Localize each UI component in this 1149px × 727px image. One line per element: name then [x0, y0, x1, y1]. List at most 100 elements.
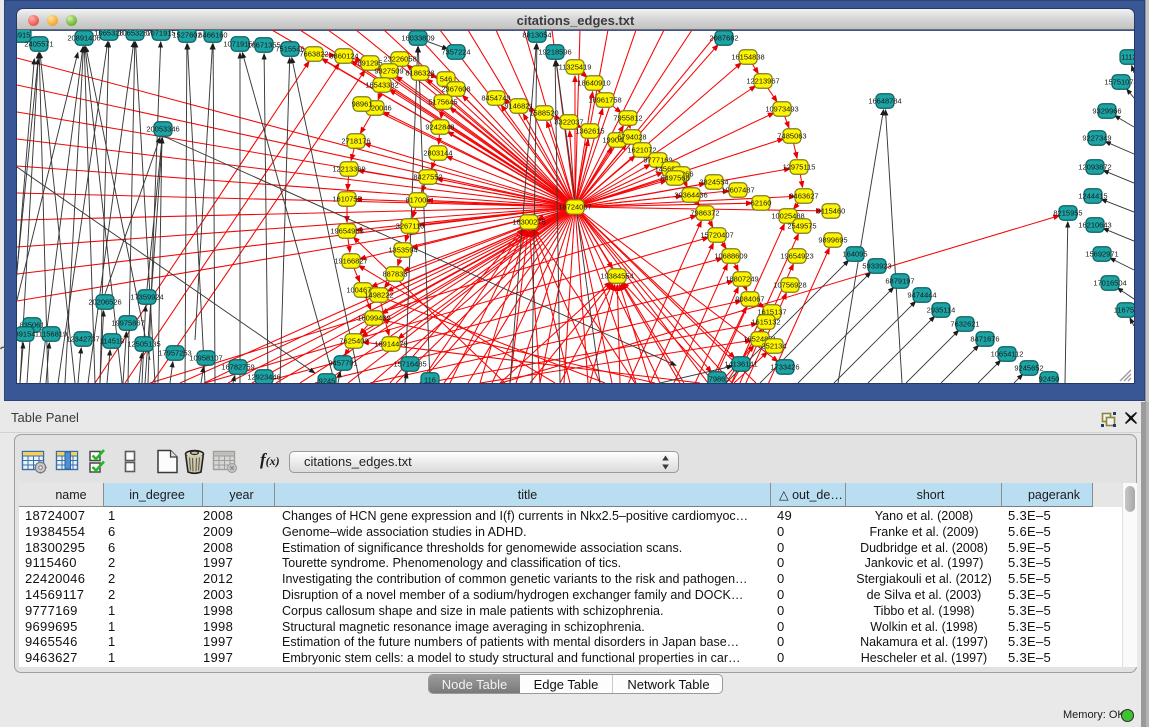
svg-text:164095: 164095 [842, 250, 867, 259]
svg-text:1615132: 1615132 [751, 318, 780, 327]
svg-text:11325419: 11325419 [559, 63, 592, 72]
svg-text:9242848: 9242848 [425, 123, 454, 132]
svg-text:16210643: 16210643 [1078, 221, 1111, 230]
svg-text:18300275: 18300275 [512, 218, 545, 227]
svg-text:2367608: 2367608 [441, 85, 470, 94]
svg-text:8471676: 8471676 [970, 335, 999, 344]
svg-text:17359924: 17359924 [130, 293, 163, 302]
svg-text:7663822: 7663822 [299, 50, 328, 59]
svg-text:10958107: 10958107 [189, 354, 222, 363]
svg-text:12342737: 12342737 [66, 335, 99, 344]
svg-text:12505135: 12505135 [127, 340, 160, 349]
svg-text:16154838: 16154838 [731, 53, 764, 62]
svg-text:16033809: 16033809 [401, 34, 434, 43]
svg-text:2935114: 2935114 [927, 306, 956, 315]
svg-text:15720407: 15720407 [700, 231, 733, 240]
svg-text:3267110: 3267110 [396, 222, 425, 231]
svg-text:1588520: 1588520 [529, 109, 558, 118]
svg-text:10756928: 10756928 [773, 281, 806, 290]
svg-text:10607487: 10607487 [721, 186, 754, 195]
svg-text:3915: 3915 [17, 31, 30, 40]
svg-text:10973493: 10973493 [765, 105, 798, 114]
svg-text:8186328: 8186328 [405, 69, 434, 78]
svg-text:2405571: 2405571 [24, 40, 53, 49]
svg-text:92450: 92450 [1039, 375, 1060, 384]
svg-text:20053346: 20053346 [146, 125, 179, 134]
svg-text:19654985: 19654985 [330, 227, 363, 236]
svg-text:16961758: 16961758 [588, 96, 621, 105]
svg-text:12975115: 12975115 [783, 163, 816, 172]
svg-text:19654923: 19654923 [780, 252, 813, 261]
svg-text:1244415: 1244415 [1078, 192, 1107, 201]
svg-text:116753: 116753 [1114, 306, 1134, 315]
svg-text:19384554: 19384554 [600, 272, 633, 281]
svg-text:6879197: 6879197 [885, 277, 914, 286]
svg-text:18807249: 18807249 [725, 275, 758, 284]
svg-text:7955812: 7955812 [613, 114, 642, 123]
svg-text:9245652: 9245652 [1014, 364, 1043, 373]
svg-text:8322037: 8322037 [554, 118, 583, 127]
svg-text:6466160: 6466160 [198, 31, 227, 40]
svg-text:9474444: 9474444 [907, 291, 936, 300]
svg-text:1353594: 1353594 [388, 246, 417, 255]
svg-text:887833: 887833 [382, 270, 407, 279]
svg-text:14136141: 14136141 [724, 360, 757, 369]
svg-text:5933923: 5933923 [862, 262, 891, 271]
svg-text:98961: 98961 [352, 100, 373, 109]
svg-text:16782759: 16782759 [221, 363, 254, 372]
svg-text:19218596: 19218596 [538, 48, 571, 57]
svg-text:62160: 62160 [751, 199, 772, 208]
svg-text:7485063: 7485063 [777, 132, 806, 141]
svg-text:114519: 114519 [100, 337, 124, 346]
svg-text:9084067: 9084067 [735, 295, 764, 304]
svg-text:15692971: 15692971 [1085, 250, 1118, 259]
svg-text:19166827: 19166827 [334, 257, 367, 266]
svg-text:8813054: 8813054 [522, 31, 551, 40]
svg-text:7625402: 7625402 [339, 337, 368, 346]
svg-text:18724007: 18724007 [558, 203, 591, 212]
svg-text:7632621: 7632621 [950, 320, 979, 329]
svg-text:16543382: 16543382 [365, 81, 398, 90]
svg-text:17016504: 17016504 [1093, 279, 1126, 288]
svg-text:7357224: 7357224 [441, 48, 470, 57]
svg-text:116: 116 [424, 376, 436, 384]
svg-text:16914479: 16914479 [374, 340, 407, 349]
svg-text:9115460: 9115460 [817, 207, 846, 216]
svg-text:10654112: 10654112 [991, 350, 1024, 359]
svg-text:5175645: 5175645 [428, 98, 457, 107]
svg-text:2549575: 2549575 [787, 222, 816, 231]
svg-text:9227349: 9227349 [1082, 134, 1111, 143]
svg-text:17957253: 17957253 [158, 349, 191, 358]
svg-text:12213369: 12213369 [332, 165, 365, 174]
svg-text:1610755: 1610755 [332, 195, 361, 204]
svg-text:10688609: 10688609 [714, 252, 747, 261]
svg-text:9899695: 9899695 [818, 236, 847, 245]
svg-text:9327509: 9327509 [374, 67, 403, 76]
svg-text:2718176: 2718176 [341, 137, 370, 146]
svg-text:39154: 39154 [17, 330, 35, 339]
svg-text:817006: 817006 [405, 196, 430, 205]
svg-text:12213967: 12213967 [746, 77, 779, 86]
svg-text:20206526: 20206526 [88, 298, 121, 307]
svg-text:8427552: 8427552 [413, 173, 442, 182]
svg-text:6497568: 6497568 [660, 174, 689, 183]
svg-text:2803144: 2803144 [423, 149, 452, 158]
svg-text:11156819: 11156819 [35, 330, 67, 339]
svg-text:12923446: 12923446 [247, 373, 280, 382]
svg-text:1071915: 1071915 [146, 30, 175, 38]
svg-text:16648784: 16648784 [868, 97, 901, 106]
svg-text:2087682: 2087682 [709, 34, 738, 43]
svg-text:23226058: 23226058 [383, 55, 416, 64]
svg-text:1527602: 1527602 [172, 31, 201, 40]
svg-text:8215955: 8215955 [1053, 209, 1082, 218]
svg-text:1112: 1112 [1121, 53, 1134, 62]
svg-text:7986: 7986 [709, 375, 726, 384]
svg-text:20364436: 20364436 [674, 191, 707, 200]
svg-text:9463627: 9463627 [789, 192, 818, 201]
svg-text:3860124: 3860124 [329, 52, 358, 61]
svg-text:6794028: 6794028 [617, 133, 646, 142]
svg-text:9329966: 9329966 [1092, 107, 1121, 116]
svg-text:15751074: 15751074 [1104, 78, 1134, 87]
svg-text:12093872: 12093872 [1078, 163, 1111, 172]
svg-text:252134: 252134 [761, 342, 786, 351]
